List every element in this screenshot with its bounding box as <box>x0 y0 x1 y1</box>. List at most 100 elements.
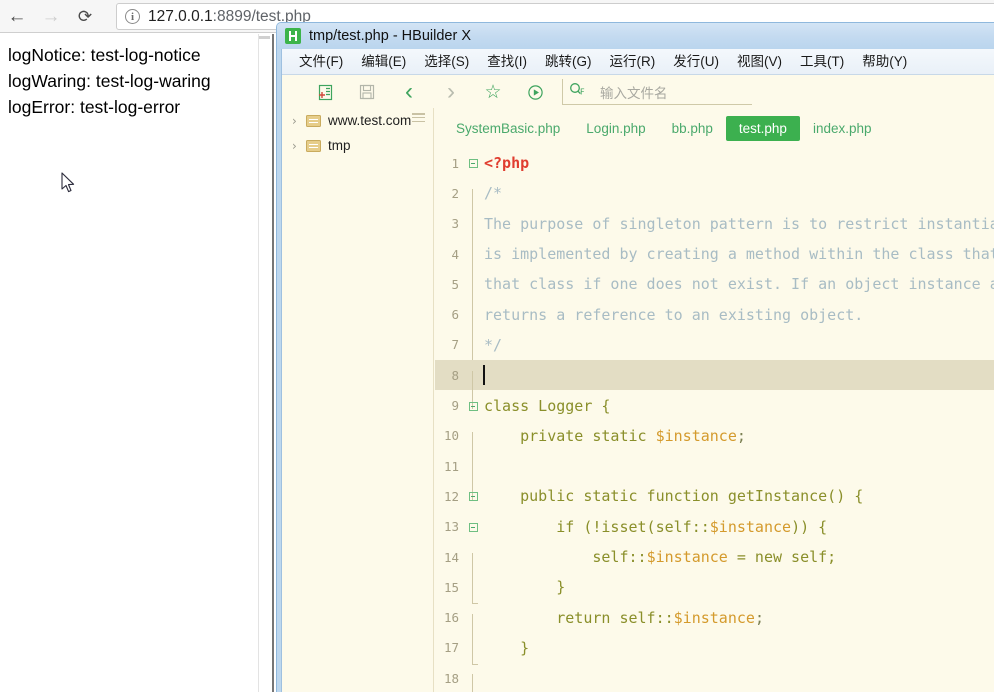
code-token: $instance <box>673 608 755 627</box>
fold-toggle-icon[interactable] <box>465 157 481 170</box>
fold-toggle-icon[interactable] <box>465 520 481 533</box>
code-text: */ <box>481 336 502 354</box>
site-info-icon[interactable]: i <box>125 9 140 24</box>
code-line[interactable]: 14 self::$instance = new self; <box>435 542 994 591</box>
reload-icon[interactable]: ⟳ <box>68 0 102 33</box>
line-number: 13 <box>443 519 459 535</box>
sidebar-menu-icon[interactable] <box>412 113 425 122</box>
code-text: returns a reference to an existing objec… <box>481 306 863 324</box>
line-number: 4 <box>451 246 459 262</box>
code-token: ; <box>754 608 764 627</box>
code-token: returns a reference to an existing objec… <box>484 305 864 324</box>
back-icon[interactable]: ← <box>0 0 34 33</box>
code-token: class Logger { <box>484 396 611 415</box>
line-number: 10 <box>443 428 459 444</box>
new-file-glyph <box>318 84 332 100</box>
menu-view[interactable]: 视图(V) <box>728 50 791 74</box>
tree-item-label: tmp <box>328 138 351 153</box>
hbuilder-logo-icon <box>285 28 301 44</box>
tab-test-php[interactable]: test.php <box>725 115 800 141</box>
code-line[interactable]: 3 The purpose of singleton pattern is to … <box>435 209 994 258</box>
fold-toggle-icon[interactable] <box>465 490 481 503</box>
code-text: public static function getInstance() { <box>481 487 863 505</box>
tab-bb-php[interactable]: bb.php <box>659 116 726 141</box>
hbuilderx-titlebar[interactable]: tmp/test.php - HBuilder X <box>277 23 994 49</box>
code-line[interactable]: 15 } <box>435 572 994 605</box>
page-scrollbar-thumb[interactable] <box>259 36 270 39</box>
chevron-right-icon[interactable]: › <box>292 114 306 128</box>
code-token: <?php <box>484 154 530 173</box>
code-line[interactable]: 10 private static $instance; <box>435 421 994 470</box>
code-text: class Logger { <box>481 397 610 415</box>
forward-icon: → <box>41 5 61 27</box>
code-text: if (!isset(self::$instance)) { <box>481 518 827 536</box>
code-token: if (!isset(self:: <box>484 517 710 536</box>
file-search-box[interactable]: F 输入文件名 <box>562 79 752 105</box>
code-line[interactable]: 17 } <box>435 633 994 665</box>
editor-tabbar: SystemBasic.php Login.php bb.php test.ph… <box>435 108 994 148</box>
tab-login-php[interactable]: Login.php <box>573 116 658 141</box>
code-token: return self:: <box>484 608 674 627</box>
save-glyph <box>359 84 375 100</box>
line-number: 12 <box>443 488 459 504</box>
menu-help[interactable]: 帮助(Y) <box>853 50 916 74</box>
svg-text:F: F <box>580 88 585 97</box>
new-file-icon[interactable] <box>304 76 346 108</box>
code-line[interactable]: 4 is implemented by creating a method wit… <box>435 239 994 289</box>
code-line[interactable]: 13 if (!isset(self::$instance)) { <box>435 512 994 542</box>
menu-tools[interactable]: 工具(T) <box>791 50 853 74</box>
code-token: $instance <box>646 548 728 566</box>
code-line[interactable]: 12 public static function getInstance() … <box>435 481 994 511</box>
code-token: ; <box>736 426 746 445</box>
menu-file[interactable]: 文件(F) <box>290 50 352 74</box>
code-line[interactable]: 11 <box>435 451 994 501</box>
code-line[interactable]: 9 class Logger { <box>435 390 994 420</box>
code-text: } <box>481 578 565 596</box>
chevron-right-icon[interactable]: › <box>292 139 306 153</box>
nav-forward-icon: › <box>447 78 455 105</box>
code-text: <?php <box>481 154 529 172</box>
project-sidebar: › www.test.com › tmp <box>282 108 434 692</box>
code-text: is implemented by creating a method with… <box>481 245 994 263</box>
page-scrollbar[interactable] <box>258 34 272 692</box>
run-icon[interactable] <box>514 76 556 108</box>
code-token: */ <box>484 335 503 354</box>
code-token: is implemented by creating a method with… <box>484 245 994 264</box>
menu-edit[interactable]: 编辑(E) <box>352 50 415 74</box>
favorite-star-icon[interactable]: ☆ <box>472 76 514 108</box>
tab-index-php[interactable]: index.php <box>800 116 885 141</box>
line-number: 1 <box>451 155 459 171</box>
nav-back-icon[interactable]: ‹ <box>388 76 430 108</box>
code-editor[interactable]: 1 <?php 2 /* 3 The purpose of singleton patte… <box>435 148 994 692</box>
code-line[interactable]: 5 that class if one does not exist. If an… <box>435 269 994 319</box>
save-icon[interactable] <box>346 76 388 108</box>
code-token: private static <box>484 426 656 445</box>
code-line[interactable]: 16 return self::$instance; <box>435 602 994 652</box>
fold-toggle-icon[interactable] <box>465 399 481 412</box>
menu-select[interactable]: 选择(S) <box>415 50 478 74</box>
code-text: private static $instance; <box>481 427 746 445</box>
code-line[interactable]: 7 */ <box>435 330 994 379</box>
line-number: 9 <box>451 398 459 414</box>
menu-goto[interactable]: 跳转(G) <box>536 50 601 74</box>
line-number: 18 <box>443 670 459 686</box>
tab-systembasic-php[interactable]: SystemBasic.php <box>443 116 573 141</box>
code-line[interactable]: 2 /* <box>435 178 994 228</box>
tree-item-label: www.test.com <box>328 113 412 128</box>
hbuilderx-window[interactable]: tmp/test.php - HBuilder X 文件(F) 编辑(E) 选择… <box>276 22 994 692</box>
line-number: 8 <box>451 367 459 383</box>
window-title: tmp/test.php - HBuilder X <box>309 28 471 44</box>
line-number: 11 <box>443 458 459 474</box>
code-line[interactable]: 18 <box>435 663 994 692</box>
line-number: 3 <box>451 216 459 232</box>
code-line[interactable]: 1 <?php <box>435 148 994 178</box>
menu-run[interactable]: 运行(R) <box>601 50 665 74</box>
code-line[interactable]: 8 <box>435 360 994 410</box>
menu-publish[interactable]: 发行(U) <box>664 50 728 74</box>
tree-item-www-test-com[interactable]: › www.test.com <box>282 108 433 133</box>
line-number: 14 <box>443 549 459 565</box>
code-line[interactable]: 6 returns a reference to an existing obje… <box>435 299 994 349</box>
tree-item-tmp[interactable]: › tmp <box>282 133 433 158</box>
menu-find[interactable]: 查找(I) <box>478 50 536 74</box>
code-token: that class if one does not exist. If an … <box>484 275 994 294</box>
